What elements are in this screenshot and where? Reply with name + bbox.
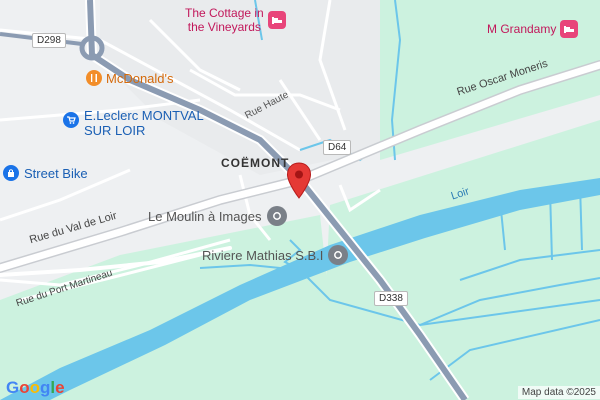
poi-label-line2: SUR LOIR — [84, 123, 146, 138]
poi-label: Le Moulin à Images — [148, 208, 262, 224]
poi-label: Street Bike — [24, 165, 88, 181]
poi-cottage-in-the-vineyards[interactable]: The Cottage in the Vineyards — [185, 6, 286, 34]
poi-label-line2: the Vineyards — [187, 20, 261, 34]
pin-icon — [328, 245, 349, 265]
road-shield-d64: D64 — [323, 140, 352, 155]
poi-label: M Grandamy — [487, 22, 557, 36]
poi-label: McDonald's — [106, 70, 174, 86]
poi-mcdonalds[interactable]: McDonald's — [86, 70, 174, 86]
poi-label-line1: The Cottage in — [185, 6, 264, 20]
shopping-cart-icon — [63, 112, 79, 128]
poi-m-grandamy[interactable]: M Grandamy — [487, 20, 579, 38]
bed-icon — [267, 11, 286, 29]
poi-street-bike[interactable]: Street Bike — [3, 165, 88, 181]
shopping-bag-icon — [3, 165, 19, 181]
town-label-coemont: COËMONT — [221, 156, 290, 170]
fork-knife-icon — [86, 70, 102, 86]
road-shield-d298: D298 — [32, 33, 66, 48]
pin-icon — [267, 206, 288, 226]
map-pin-icon — [286, 162, 312, 199]
location-marker[interactable] — [286, 162, 312, 200]
poi-label-line1: E.Leclerc MONTVAL — [84, 108, 204, 123]
road-shield-d338: D338 — [374, 291, 408, 306]
poi-riviere-mathias[interactable]: Riviere Mathias S.B.I — [202, 245, 349, 265]
bed-icon — [560, 20, 579, 38]
google-logo[interactable]: Google — [6, 378, 65, 398]
map-canvas[interactable]: D298 D64 D338 Rue Haute Rue Oscar Moneri… — [0, 0, 600, 400]
map-attribution[interactable]: Map data ©2025 — [517, 386, 600, 399]
poi-label: Riviere Mathias S.B.I — [202, 247, 324, 263]
poi-eleclerc-montval[interactable]: E.Leclerc MONTVAL SUR LOIR — [63, 108, 204, 138]
poi-le-moulin-a-images[interactable]: Le Moulin à Images — [148, 206, 288, 226]
